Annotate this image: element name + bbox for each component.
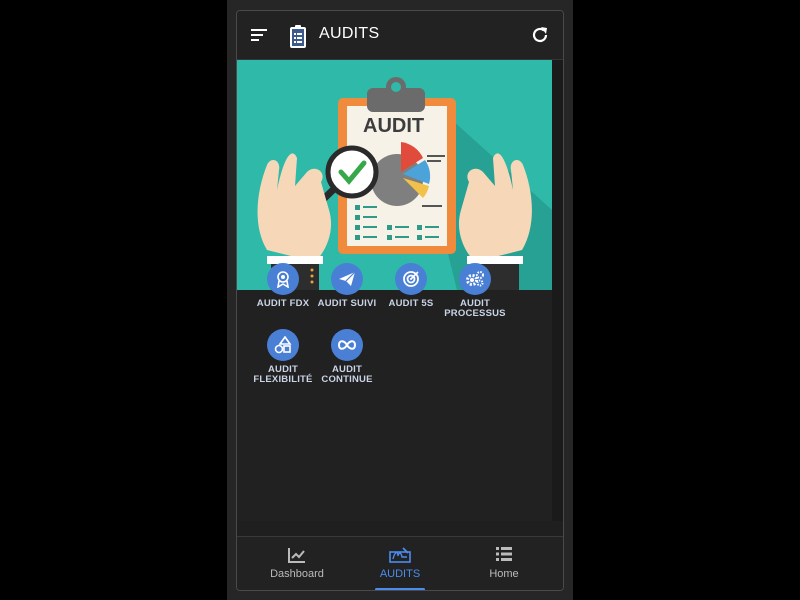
nav-label: AUDITS (379, 568, 421, 580)
bottom-navigation: Dashboard AUDITS Home (237, 536, 563, 590)
device-frame: AUDITS AUDIT AUDIT FDX AUDIT SUIVI AUDIT… (227, 0, 573, 600)
signature-icon (389, 547, 411, 563)
hero-board-text: AUDIT (363, 115, 424, 137)
audit-hero-illustration: AUDIT (237, 60, 552, 290)
chart-line-icon (288, 548, 305, 563)
award-icon (277, 271, 289, 288)
refresh-button[interactable] (529, 24, 551, 46)
clipboard-icon (290, 25, 306, 48)
nav-home[interactable]: Home (454, 537, 554, 590)
tile-audit-5s[interactable]: AUDIT 5S (379, 263, 443, 309)
active-indicator (375, 588, 425, 590)
menu-button[interactable] (249, 24, 271, 46)
target-icon (403, 271, 419, 287)
scrollbar-track[interactable] (552, 60, 563, 521)
app-window: AUDITS AUDIT AUDIT FDX AUDIT SUIVI AUDIT… (236, 10, 564, 591)
tile-label: AUDIT FDX (256, 298, 310, 309)
nav-dashboard[interactable]: Dashboard (247, 537, 347, 590)
nav-label: Home (489, 568, 519, 580)
list-icon (496, 547, 512, 561)
tile-audit-fdx[interactable]: AUDIT FDX (251, 263, 315, 309)
refresh-icon (532, 27, 548, 43)
tile-label-line2: PROCESSUS (444, 308, 506, 319)
top-bar: AUDITS (237, 11, 563, 60)
paper-plane-icon (339, 271, 356, 286)
shapes-icon (274, 336, 292, 354)
tile-audit-flexibilite[interactable]: AUDIT FLEXIBILITÉ (251, 329, 315, 385)
tile-label: AUDIT SUIVI (317, 298, 377, 309)
tile-audit-continue[interactable]: AUDIT CONTINUE (315, 329, 379, 385)
nav-audits[interactable]: AUDITS (350, 537, 450, 590)
tile-label: AUDIT 5S (388, 298, 434, 309)
sort-menu-icon (251, 29, 267, 41)
hero-art: AUDIT (257, 77, 552, 290)
tile-audit-processus[interactable]: AUDIT PROCESSUS (443, 263, 507, 319)
infinity-icon (337, 340, 357, 350)
nav-label: Dashboard (270, 568, 324, 580)
gears-icon (466, 271, 484, 287)
page-title: AUDITS (319, 25, 380, 42)
tile-label-line2: CONTINUE (321, 374, 373, 385)
tile-label-line2: FLEXIBILITÉ (253, 374, 313, 385)
tile-audit-suivi[interactable]: AUDIT SUIVI (315, 263, 379, 309)
